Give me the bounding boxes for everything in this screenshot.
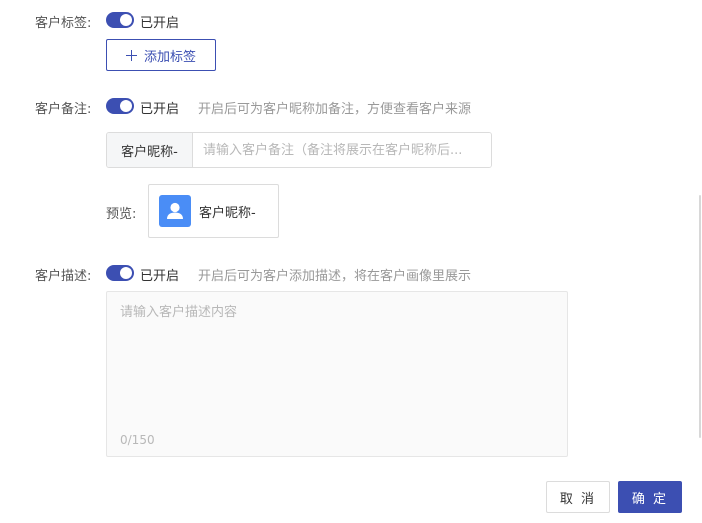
add-tag-label: 添加标签 bbox=[143, 49, 196, 65]
description-box: 0/150 bbox=[106, 291, 568, 457]
remark-addon: 客户昵称- bbox=[107, 133, 193, 167]
tags-toggle[interactable] bbox=[106, 12, 134, 28]
user-avatar-icon bbox=[159, 195, 191, 227]
toggle-knob bbox=[120, 14, 132, 26]
preview-name: 客户昵称- bbox=[199, 205, 256, 221]
preview-card: 客户昵称- bbox=[148, 184, 279, 238]
description-textarea[interactable] bbox=[107, 292, 567, 422]
remark-status: 已开启 bbox=[140, 102, 180, 117]
remark-input-group: 客户昵称- bbox=[106, 132, 492, 168]
description-label: 客户描述: bbox=[35, 269, 92, 284]
add-tag-button[interactable]: 添加标签 bbox=[106, 39, 216, 71]
scrollbar[interactable] bbox=[699, 195, 701, 438]
toggle-knob bbox=[120, 267, 132, 279]
tags-status: 已开启 bbox=[140, 16, 180, 31]
description-counter: 0/150 bbox=[120, 433, 155, 447]
remark-toggle[interactable] bbox=[106, 98, 134, 114]
remark-hint: 开启后可为客户昵称加备注，方便查看客户来源 bbox=[198, 102, 472, 117]
toggle-knob bbox=[120, 100, 132, 112]
remark-input[interactable] bbox=[193, 133, 491, 167]
description-status: 已开启 bbox=[140, 269, 180, 284]
description-hint: 开启后可为客户添加描述，将在客户画像里展示 bbox=[198, 269, 472, 284]
plus-icon bbox=[125, 49, 137, 61]
tags-label: 客户标签: bbox=[35, 16, 92, 31]
remark-label: 客户备注: bbox=[35, 102, 92, 117]
description-toggle[interactable] bbox=[106, 265, 134, 281]
preview-label: 预览: bbox=[106, 207, 137, 222]
cancel-button[interactable]: 取 消 bbox=[546, 481, 610, 513]
confirm-button[interactable]: 确 定 bbox=[618, 481, 682, 513]
